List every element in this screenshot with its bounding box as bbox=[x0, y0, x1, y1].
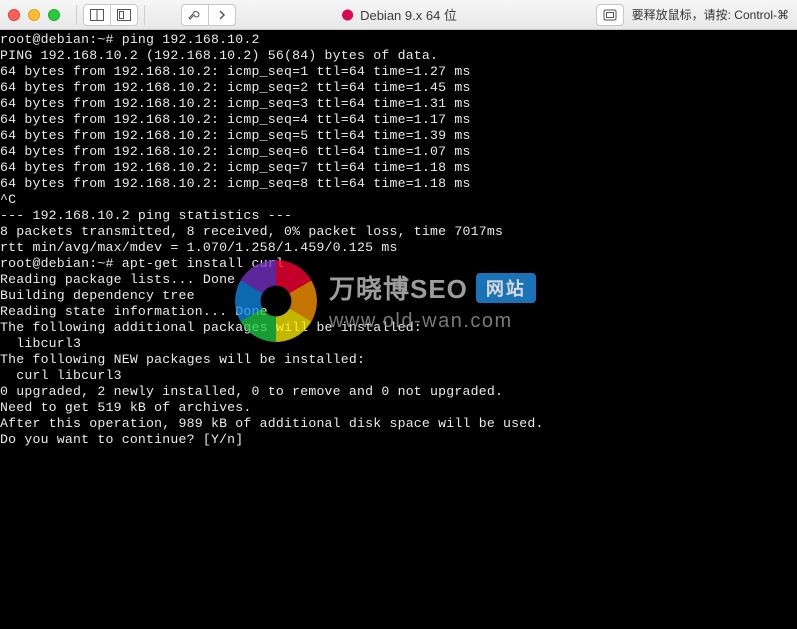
traffic-lights bbox=[8, 9, 60, 21]
terminal-line: 64 bytes from 192.168.10.2: icmp_seq=7 t… bbox=[0, 160, 797, 176]
terminal-line: The following NEW packages will be insta… bbox=[0, 352, 797, 368]
debian-icon bbox=[340, 8, 354, 22]
next-button[interactable] bbox=[208, 4, 236, 26]
terminal-line: rtt min/avg/max/mdev = 1.070/1.258/1.459… bbox=[0, 240, 797, 256]
release-mouse-hint: 要释放鼠标，请按: Control-⌘ bbox=[632, 6, 789, 23]
terminal-line: 64 bytes from 192.168.10.2: icmp_seq=1 t… bbox=[0, 64, 797, 80]
window-title-text: Debian 9.x 64 位 bbox=[360, 5, 457, 24]
terminal-line: root@debian:~# ping 192.168.10.2 bbox=[0, 32, 797, 48]
close-icon[interactable] bbox=[8, 9, 20, 21]
terminal-line: 0 upgraded, 2 newly installed, 0 to remo… bbox=[0, 384, 797, 400]
terminal-line: 64 bytes from 192.168.10.2: icmp_seq=4 t… bbox=[0, 112, 797, 128]
terminal-line: 64 bytes from 192.168.10.2: icmp_seq=3 t… bbox=[0, 96, 797, 112]
terminal-line: ^C bbox=[0, 192, 797, 208]
terminal[interactable]: root@debian:~# ping 192.168.10.2PING 192… bbox=[0, 30, 797, 629]
layout-button[interactable] bbox=[110, 4, 138, 26]
window-title: Debian 9.x 64 位 bbox=[340, 5, 457, 24]
tool-button-group bbox=[181, 4, 236, 26]
zoom-icon[interactable] bbox=[48, 9, 60, 21]
minimize-icon[interactable] bbox=[28, 9, 40, 21]
terminal-line: curl libcurl3 bbox=[0, 368, 797, 384]
chevron-right-icon bbox=[217, 9, 227, 21]
terminal-line: The following additional packages will b… bbox=[0, 320, 797, 336]
terminal-line: Building dependency tree bbox=[0, 288, 797, 304]
terminal-line: libcurl3 bbox=[0, 336, 797, 352]
terminal-line: root@debian:~# apt-get install curl bbox=[0, 256, 797, 272]
terminal-line: Do you want to continue? [Y/n] bbox=[0, 432, 797, 448]
tools-button[interactable] bbox=[181, 4, 209, 26]
terminal-line: 64 bytes from 192.168.10.2: icmp_seq=6 t… bbox=[0, 144, 797, 160]
separator bbox=[144, 5, 145, 25]
terminal-line: 64 bytes from 192.168.10.2: icmp_seq=2 t… bbox=[0, 80, 797, 96]
screenshot-icon bbox=[603, 9, 617, 21]
wrench-icon bbox=[188, 9, 202, 21]
terminal-line: 8 packets transmitted, 8 received, 0% pa… bbox=[0, 224, 797, 240]
titlebar-right: 要释放鼠标，请按: Control-⌘ bbox=[596, 4, 789, 26]
terminal-line: Reading state information... Done bbox=[0, 304, 797, 320]
terminal-line: PING 192.168.10.2 (192.168.10.2) 56(84) … bbox=[0, 48, 797, 64]
terminal-line: Need to get 519 kB of archives. bbox=[0, 400, 797, 416]
separator bbox=[76, 5, 77, 25]
window-titlebar: Debian 9.x 64 位 要释放鼠标，请按: Control-⌘ bbox=[0, 0, 797, 30]
terminal-line: Reading package lists... Done bbox=[0, 272, 797, 288]
terminal-line: 64 bytes from 192.168.10.2: icmp_seq=8 t… bbox=[0, 176, 797, 192]
terminal-line: --- 192.168.10.2 ping statistics --- bbox=[0, 208, 797, 224]
view-button-group bbox=[83, 4, 138, 26]
terminal-line: 64 bytes from 192.168.10.2: icmp_seq=5 t… bbox=[0, 128, 797, 144]
screenshot-button[interactable] bbox=[596, 4, 624, 26]
terminal-line: After this operation, 989 kB of addition… bbox=[0, 416, 797, 432]
view-columns-button[interactable] bbox=[83, 4, 111, 26]
layout-icon bbox=[117, 9, 131, 21]
view-columns-icon bbox=[90, 9, 104, 21]
